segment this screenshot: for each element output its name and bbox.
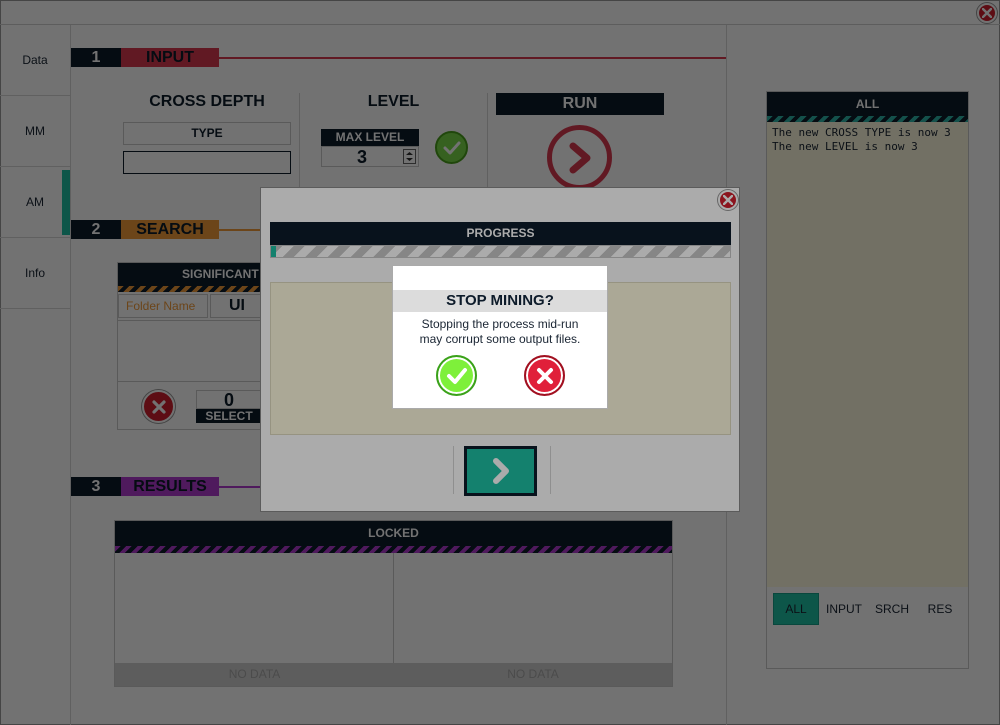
confirm-yes-button[interactable] bbox=[436, 355, 477, 396]
confirm-dialog-message-line: may corrupt some output files. bbox=[419, 332, 581, 346]
confirm-no-button[interactable] bbox=[524, 355, 565, 396]
confirm-dialog-title: STOP MINING? bbox=[393, 290, 607, 312]
confirm-dialog: STOP MINING? Stopping the process mid-ru… bbox=[392, 265, 608, 409]
confirm-dialog-message-line: Stopping the process mid-run bbox=[421, 317, 579, 331]
